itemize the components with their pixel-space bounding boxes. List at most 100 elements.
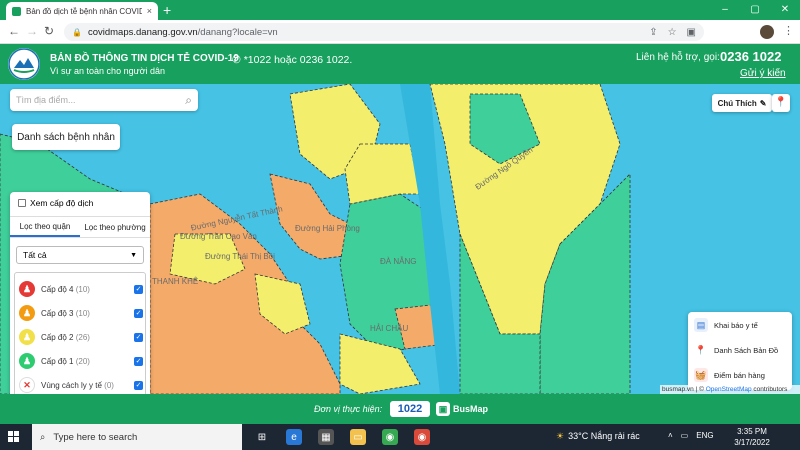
health-declaration-label: Khai báo y tế xyxy=(714,320,758,330)
level-checkbox[interactable]: ✓ xyxy=(134,332,143,342)
site-header: BẢN ĐỒ THÔNG TIN DỊCH TỄ COVID-19 Vì sự … xyxy=(0,44,800,84)
legend-button[interactable]: Chú Thích ✎ xyxy=(712,94,772,112)
site-title: BẢN ĐỒ THÔNG TIN DỊCH TỄ COVID-19 xyxy=(50,53,239,64)
address-bar[interactable]: 🔒 covidmaps.danang.gov.vn/danang?locale=… xyxy=(64,23,704,41)
person-icon: ♟ xyxy=(19,281,35,297)
weather-text: 33°C Nắng rải rác xyxy=(568,431,640,441)
person-icon: ♟ xyxy=(19,329,35,345)
level-label: Cấp độ 2 xyxy=(41,332,74,342)
browser-tab-strip: Bản đồ dịch tễ bệnh nhân COVID × + – ▢ ✕ xyxy=(0,0,800,20)
level-checkbox[interactable]: ✓ xyxy=(134,356,143,366)
taskbar-clock[interactable]: 3:35 PM 3/17/2022 xyxy=(730,426,774,448)
level-item-2[interactable]: ♟ Cấp độ 2 (26) ✓ xyxy=(19,327,143,347)
tab-close-icon[interactable]: × xyxy=(147,6,152,16)
site-subtitle: Vì sự an toàn cho người dân xyxy=(50,66,166,76)
level-label: Vùng cách ly y tế xyxy=(41,380,102,390)
taskbar-search-input[interactable]: ⌕ Type here to search xyxy=(32,424,242,450)
browser-menu-icon[interactable]: ⋮ xyxy=(783,24,794,37)
show-level-checkbox[interactable] xyxy=(18,199,26,207)
level-checkbox[interactable]: ✓ xyxy=(134,308,143,318)
profile-avatar[interactable] xyxy=(760,25,774,39)
hotline-number: *1022 hoặc 0236 1022. xyxy=(243,54,353,66)
forward-arrow-icon[interactable]: → xyxy=(26,24,38,38)
support-phone[interactable]: 0236 1022 xyxy=(720,49,781,64)
new-tab-button[interactable]: + xyxy=(163,2,171,18)
bus-icon: ▣ xyxy=(436,402,450,416)
level-label: Cấp độ 3 xyxy=(41,308,74,318)
minimize-button[interactable]: – xyxy=(710,0,740,20)
level-item-3[interactable]: ♟ Cấp độ 3 (10) ✓ xyxy=(19,303,143,323)
back-arrow-icon[interactable]: ← xyxy=(8,24,20,38)
windows-start-icon[interactable] xyxy=(8,431,20,443)
search-icon[interactable]: ⌕ xyxy=(185,93,192,108)
filter-panel: Xem cấp độ dịch Lọc theo quận Lọc theo p… xyxy=(10,192,150,394)
locate-me-button[interactable]: 📍 xyxy=(772,94,790,112)
map-label-thanh-khe: THANH KHÊ xyxy=(152,277,199,286)
show-level-label: Xem cấp độ dịch xyxy=(30,198,94,208)
share-icon[interactable]: ⇪ xyxy=(649,27,657,38)
partners-label: Đơn vị thực hiện: xyxy=(314,404,383,414)
store-icon[interactable]: ▦ xyxy=(318,429,334,445)
level-count: (10) xyxy=(75,308,90,318)
system-tray: ˄ ▭ ENG xyxy=(668,431,714,440)
site-favicon-icon xyxy=(12,6,21,16)
support-label: Liên hệ hỗ trợ, gọi: xyxy=(636,52,720,63)
site-footer: Đơn vị thực hiện: 1022 ▣ BusMap xyxy=(0,394,800,424)
level-item-1[interactable]: ♟ Cấp độ 1 (20) ✓ xyxy=(19,351,143,371)
tab-title: Bản đồ dịch tễ bệnh nhân COVID xyxy=(26,6,142,16)
partner-busmap-logo[interactable]: ▣ BusMap xyxy=(436,402,488,416)
map-label-street-3: Đường Thái Thị Bôi xyxy=(205,252,275,261)
extensions-icon[interactable]: ▣ xyxy=(687,27,696,38)
chrome-active-icon[interactable]: ◉ xyxy=(414,429,430,445)
map-canvas[interactable]: ĐÀ NẴNG THANH KHÊ HẢI CHÂU Đường Nguyễn … xyxy=(0,84,800,394)
browser-toolbar: ← → ↻ 🔒 covidmaps.danang.gov.vn/danang?l… xyxy=(0,20,800,44)
windows-taskbar: ⌕ Type here to search ⊞ e ▦ ▭ ◉ ◉ ☀ 33°C… xyxy=(0,424,800,450)
patient-list-button[interactable]: Danh sách bệnh nhân xyxy=(12,124,120,150)
weather-widget[interactable]: ☀ 33°C Nắng rải rác xyxy=(556,431,640,442)
lock-icon: 🔒 xyxy=(72,27,82,37)
clipboard-icon: ▤ xyxy=(694,318,708,332)
district-select[interactable]: Tất cả ▼ xyxy=(16,246,144,264)
cross-icon: ✕ xyxy=(19,377,35,393)
shop-points-label: Điểm bán hàng xyxy=(714,370,765,380)
maximize-button[interactable]: ▢ xyxy=(740,0,770,20)
browser-tab[interactable]: Bản đồ dịch tễ bệnh nhân COVID × xyxy=(6,2,158,20)
file-explorer-icon[interactable]: ▭ xyxy=(350,429,366,445)
chevron-up-icon[interactable]: ˄ xyxy=(668,431,673,440)
shop-points-link[interactable]: 🧺 Điểm bán hàng xyxy=(694,364,790,386)
network-icon[interactable]: ▭ xyxy=(681,431,689,440)
health-declaration-link[interactable]: ▤ Khai báo y tế xyxy=(694,314,790,336)
language-indicator[interactable]: ENG xyxy=(696,431,713,440)
level-list: ♟ Cấp độ 4 (10) ✓ ♟ Cấp độ 3 (10) ✓ ♟ Cấ… xyxy=(14,272,146,394)
danang-logo[interactable] xyxy=(8,48,40,80)
level-checkbox[interactable]: ✓ xyxy=(134,284,143,294)
map-attribution: busmap.vn | © OpenStreetMap contributors xyxy=(660,385,800,394)
tab-filter-ward[interactable]: Lọc theo phường xyxy=(80,217,150,237)
edge-icon[interactable]: e xyxy=(286,429,302,445)
level-item-quarantine[interactable]: ✕ Vùng cách ly y tế (0) ✓ xyxy=(19,375,143,394)
tab-filter-district[interactable]: Lọc theo quận xyxy=(10,217,80,237)
osm-link[interactable]: OpenStreetMap xyxy=(706,386,752,393)
bookmark-star-icon[interactable]: ☆ xyxy=(668,27,677,38)
attribution-source[interactable]: busmap.vn xyxy=(662,386,694,393)
show-level-toggle[interactable]: Xem cấp độ dịch xyxy=(18,198,93,208)
feedback-link[interactable]: Gửi ý kiến xyxy=(740,68,786,79)
task-view-icon[interactable]: ⊞ xyxy=(254,429,270,445)
clock-date: 3/17/2022 xyxy=(734,438,770,447)
attribution-separator: | © xyxy=(695,386,704,393)
basket-icon: 🧺 xyxy=(694,368,708,382)
level-count: (0) xyxy=(104,380,114,390)
level-label: Cấp độ 1 xyxy=(41,356,74,366)
partner-1022-logo[interactable]: 1022 xyxy=(390,401,430,417)
close-window-button[interactable]: ✕ xyxy=(770,0,800,20)
place-search-input[interactable]: Tìm địa điểm... ⌕ xyxy=(10,89,198,111)
url-path: /danang?locale=vn xyxy=(197,26,278,38)
person-icon: ♟ xyxy=(19,305,35,321)
legend-icon: ✎ xyxy=(759,98,767,108)
chrome-icon[interactable]: ◉ xyxy=(382,429,398,445)
level-item-4[interactable]: ♟ Cấp độ 4 (10) ✓ xyxy=(19,279,143,299)
phone-icon: ✆ xyxy=(232,54,244,66)
map-list-link[interactable]: 📍 Danh Sách Bản Đồ xyxy=(694,339,790,361)
level-checkbox[interactable]: ✓ xyxy=(134,380,143,390)
reload-icon[interactable]: ↻ xyxy=(44,24,54,38)
